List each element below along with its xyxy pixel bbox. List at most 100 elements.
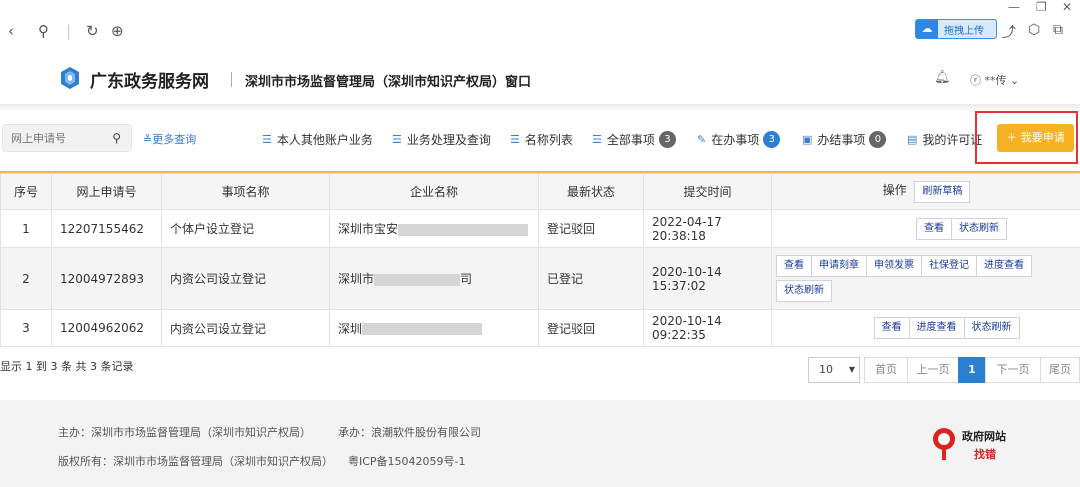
count-badge: 3 — [658, 131, 676, 148]
badge-title: 政府网站 — [962, 430, 1006, 443]
restore-icon[interactable]: ❐ — [1036, 0, 1047, 14]
cell-no: 2 — [0, 247, 52, 310]
page-size-select[interactable]: 10 ▼ — [808, 357, 860, 383]
cell-ops: 查看 申请刻章 申领发票 社保登记 进度查看 状态刷新 — [771, 247, 1080, 310]
gov-site-error-badge[interactable]: 政府网站 找错 — [930, 424, 1014, 466]
next-page-button[interactable]: 下一页 — [985, 357, 1041, 383]
col-header-time: 提交时间 — [643, 173, 772, 210]
plus-icon: ＋ — [1006, 131, 1018, 144]
list-icon: ☰ — [592, 133, 602, 146]
extension-icon[interactable]: ⧉ — [1053, 22, 1063, 38]
all-items-button[interactable]: ☰ 全部事项 3 — [592, 131, 676, 148]
other-accounts-button[interactable]: ☰ 本人其他账户业务 — [262, 131, 373, 148]
status-refresh-button[interactable]: 状态刷新 — [776, 280, 832, 302]
user-icon: ⓡ — [970, 74, 981, 87]
badge-sub: 找错 — [974, 448, 996, 461]
view-button[interactable]: 查看 — [873, 317, 910, 339]
footer-copyright: 版权所有：深圳市市场监督管理局（深圳市知识产权局） — [58, 455, 333, 468]
business-query-button[interactable]: ☰ 业务处理及查询 — [392, 131, 491, 148]
my-license-button[interactable]: ▤ 我的许可证 — [907, 131, 982, 148]
col-header-item: 事项名称 — [161, 173, 330, 210]
col-header-app-no: 网上申请号 — [51, 173, 162, 210]
cell-company: 深圳市 司 — [329, 247, 539, 310]
apply-label: 我要申请 — [1020, 131, 1065, 144]
list-icon: ☰ — [510, 133, 520, 146]
col-header-no: 序号 — [0, 173, 52, 210]
prev-page-button[interactable]: 上一页 — [907, 357, 959, 383]
table-row: 3 12004962062 内资公司设立登记 深圳 登记驳回 2020-10-1… — [0, 309, 1080, 347]
first-page-button[interactable]: 首页 — [864, 357, 908, 383]
company-name-visible: 深圳市 — [338, 272, 375, 286]
footer: 主办：深圳市市场监督管理局（深圳市知识产权局） 承办：浪潮软件股份有限公司 版权… — [0, 400, 1080, 487]
footer-icp[interactable]: 粤ICP备15042059号-1 — [348, 453, 466, 469]
cube-icon[interactable]: ⬡ — [1028, 22, 1040, 38]
apply-seal-button[interactable]: 申请刻章 — [811, 255, 867, 277]
completed-button[interactable]: ▣ 办结事项 0 — [802, 131, 887, 148]
back-icon[interactable]: ‹ — [8, 22, 14, 40]
ops-header-label: 操作 — [882, 182, 907, 197]
view-button[interactable]: 查看 — [776, 255, 812, 277]
cell-ops: 查看 状态刷新 — [771, 209, 1080, 248]
cell-time: 2020-10-14 15:37:02 — [643, 247, 772, 310]
user-name: **传 — [984, 74, 1007, 87]
link-icon[interactable]: ⚲ — [38, 22, 49, 40]
minimize-icon[interactable]: — — [1008, 0, 1020, 14]
progress-view-button[interactable]: 进度查看 — [976, 255, 1032, 277]
list-icon: ☰ — [392, 133, 402, 146]
in-progress-button[interactable]: ✎ 在办事项 3 — [697, 131, 781, 148]
redacted-block — [398, 223, 529, 236]
cell-status: 登记驳回 — [538, 309, 644, 347]
company-name-visible: 深圳 — [338, 321, 363, 336]
header-shadow — [0, 104, 1080, 112]
close-window-icon[interactable]: ✕ — [1062, 0, 1072, 14]
cell-item: 内资公司设立登记 — [161, 309, 330, 347]
government-logo-icon — [61, 67, 79, 89]
current-page-button[interactable]: 1 — [958, 357, 986, 383]
redacted-block — [362, 323, 483, 335]
site-name[interactable]: 广东政务服务网 — [90, 67, 209, 92]
header-divider — [231, 72, 232, 87]
name-list-button[interactable]: ☰ 名称列表 — [510, 131, 573, 148]
cell-status: 登记驳回 — [538, 209, 644, 248]
progress-view-button[interactable]: 进度查看 — [908, 317, 965, 339]
social-security-button[interactable]: 社保登记 — [921, 255, 977, 277]
site-header: 广东政务服务网 深圳市市场监督管理局（深圳市知识产权局）窗口 🔔︎ ⓡ **传 … — [0, 58, 1080, 103]
count-badge: 0 — [869, 131, 887, 148]
cell-status: 已登记 — [538, 247, 644, 310]
user-menu[interactable]: ⓡ **传 ⌄ — [970, 72, 1019, 88]
col-header-ops: 操作 刷新草稿 — [771, 173, 1080, 210]
toolbar-label: 本人其他账户业务 — [276, 133, 373, 147]
view-button[interactable]: 查看 — [916, 217, 952, 240]
toolbar-label: 业务处理及查询 — [406, 133, 491, 147]
apply-invoice-button[interactable]: 申领发票 — [866, 255, 922, 277]
more-query-label: 更多查询 — [152, 133, 197, 146]
apply-button[interactable]: ＋ 我要申请 — [997, 124, 1074, 152]
search-icon[interactable]: ⚲ — [112, 131, 121, 145]
toolbar-label: 办结事项 — [817, 133, 866, 147]
divider: | — [66, 22, 72, 40]
status-refresh-button[interactable]: 状态刷新 — [951, 217, 1007, 240]
share-icon[interactable]: ⤴ — [1002, 22, 1016, 42]
cell-company: 深圳市宝安 — [329, 209, 539, 248]
cell-item: 个体户设立登记 — [161, 209, 330, 248]
refresh-draft-button[interactable]: 刷新草稿 — [914, 180, 971, 203]
redacted-block — [374, 273, 461, 286]
toolbar-label: 在办事项 — [711, 133, 760, 147]
drag-upload-button[interactable]: ☁ 拖拽上传 — [915, 19, 997, 39]
double-chevron-down-icon: ≚ — [143, 133, 153, 146]
caret-down-icon: ▼ — [848, 365, 855, 374]
id-card-icon: ▤ — [907, 133, 918, 146]
records-summary: 显示 1 到 3 条 共 3 条记录 — [0, 360, 134, 373]
cell-time: 2022-04-17 20:38:18 — [643, 209, 772, 248]
more-query-link[interactable]: ≚更多查询 — [143, 131, 196, 147]
cell-company: 深圳 — [329, 309, 539, 347]
cell-app-no: 12004962062 — [51, 309, 162, 347]
search-input[interactable] — [3, 125, 103, 151]
status-refresh-button[interactable]: 状态刷新 — [963, 317, 1020, 339]
upload-label: 拖拽上传 — [944, 25, 984, 37]
bell-icon[interactable]: 🔔︎ — [934, 70, 951, 85]
last-page-button[interactable]: 尾页 — [1040, 357, 1080, 383]
page-size-value: 10 — [819, 363, 833, 376]
reload-icon[interactable]: ↻ — [86, 22, 99, 40]
globe-icon[interactable]: ⊕ — [111, 22, 124, 40]
